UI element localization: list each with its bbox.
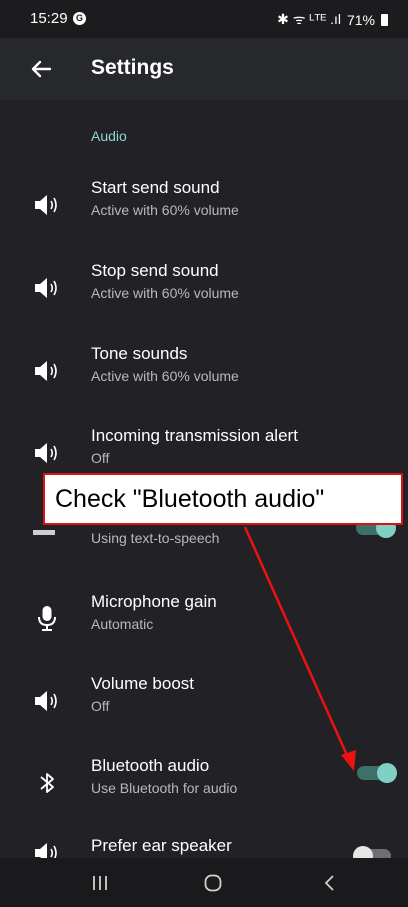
setting-stop-send-sound[interactable]: Stop send sound Active with 60% volume [0, 251, 408, 327]
speaker-icon [35, 361, 57, 381]
setting-title: Bluetooth audio [91, 756, 210, 775]
setting-subtitle: Off [91, 450, 110, 466]
back-arrow-icon[interactable] [24, 52, 58, 86]
speaker-icon [35, 443, 57, 463]
setting-subtitle: Automatic [91, 616, 154, 632]
setting-title: Start send sound [91, 178, 220, 197]
setting-title: Microphone gain [91, 592, 217, 611]
speaker-icon [35, 843, 57, 858]
bluetooth-icon [40, 773, 54, 793]
setting-volume-boost[interactable]: Volume boost Off [0, 664, 408, 740]
battery-icon [381, 13, 388, 26]
bluetooth-audio-toggle[interactable] [357, 763, 397, 783]
system-nav-bar [0, 858, 408, 907]
back-icon[interactable] [320, 873, 340, 893]
setting-start-send-sound[interactable]: Start send sound Active with 60% volume [0, 168, 408, 244]
home-icon[interactable] [203, 873, 223, 893]
speaker-icon [35, 278, 57, 298]
speaker-icon [35, 195, 57, 215]
section-header-audio: Audio [91, 128, 127, 144]
setting-title: Incoming transmission alert [91, 426, 298, 445]
signal-icons: ✱ ᯤ ᴸᵀᴱ .ıl [277, 11, 341, 27]
toggle-thumb [353, 846, 373, 858]
setting-title: Tone sounds [91, 344, 188, 363]
setting-subtitle: Use Bluetooth for audio [91, 780, 238, 796]
setting-subtitle: Off [91, 698, 110, 714]
setting-title: Stop send sound [91, 261, 219, 280]
setting-subtitle: Active with 60% volume [91, 285, 239, 301]
prefer-ear-speaker-toggle[interactable] [353, 846, 393, 858]
setting-subtitle: Active with 60% volume [91, 202, 239, 218]
setting-bluetooth-audio[interactable]: Bluetooth audio Use Bluetooth for audio [0, 746, 408, 822]
setting-prefer-ear-speaker[interactable]: Prefer ear speaker [0, 828, 408, 858]
setting-subtitle: Active with 60% volume [91, 368, 239, 384]
google-icon: G [73, 12, 86, 25]
status-time: 15:29 [30, 10, 68, 27]
status-indicators: ✱ ᯤ ᴸᵀᴱ .ıl 71% [277, 10, 388, 29]
setting-subtitle: Using text-to-speech [91, 530, 220, 546]
status-bar: 15:29 G ✱ ᯤ ᴸᵀᴱ .ıl 71% [0, 0, 408, 38]
app-bar: Settings [0, 38, 408, 100]
toggle-thumb [377, 763, 397, 783]
setting-title: Volume boost [91, 674, 195, 693]
speaker-icon [35, 691, 57, 711]
annotation-text: Check "Bluetooth audio" [55, 485, 325, 513]
setting-tone-sounds[interactable]: Tone sounds Active with 60% volume [0, 334, 408, 410]
microphone-icon [38, 606, 56, 631]
annotation-callout: Check "Bluetooth audio" [43, 473, 403, 525]
battery-percent: 71% [346, 11, 375, 28]
page-title: Settings [91, 56, 174, 79]
setting-microphone-gain[interactable]: Microphone gain Automatic [0, 582, 408, 658]
setting-title: Prefer ear speaker [91, 836, 232, 855]
recents-icon[interactable] [90, 874, 110, 892]
